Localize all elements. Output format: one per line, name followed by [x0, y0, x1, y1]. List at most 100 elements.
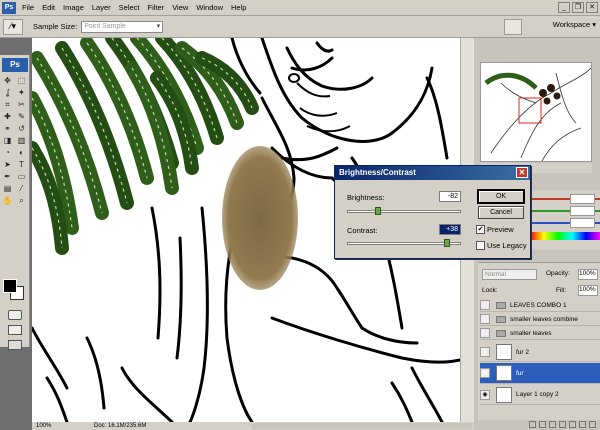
menu-layer[interactable]: Layer: [88, 3, 115, 12]
gradient-icon[interactable]: ▥: [15, 135, 28, 146]
menu-bar: Ps File Edit Image Layer Select Filter V…: [0, 0, 600, 16]
contrast-slider-thumb[interactable]: [444, 239, 451, 247]
type-icon[interactable]: T: [15, 159, 28, 170]
menu-help[interactable]: Help: [227, 3, 250, 12]
jump-to-imageready-icon[interactable]: [8, 340, 22, 350]
layer-row[interactable]: ◉ Layer 1 copy 2: [480, 385, 600, 405]
move-icon[interactable]: ✥: [1, 75, 14, 86]
visibility-eye-icon[interactable]: ◉: [480, 389, 490, 400]
visibility-eye-icon[interactable]: [480, 328, 490, 338]
crop-icon[interactable]: ⌗: [1, 99, 14, 110]
menu-select[interactable]: Select: [115, 3, 144, 12]
sample-size-select[interactable]: Point Sample: [81, 20, 164, 33]
eraser-icon[interactable]: ◨: [1, 135, 14, 146]
layer-thumbnail: [496, 344, 512, 360]
navigator-thumbnail: [484, 67, 591, 161]
foreground-color-swatch[interactable]: [3, 279, 17, 293]
brightness-slider[interactable]: [347, 210, 461, 213]
brightness-slider-thumb[interactable]: [374, 207, 381, 215]
brush-icon[interactable]: ✎: [15, 111, 28, 122]
visibility-eye-icon[interactable]: [480, 347, 490, 357]
menu-window[interactable]: Window: [192, 3, 227, 12]
slice-icon[interactable]: ✂: [15, 99, 28, 110]
layer-row[interactable]: LEAVES COMBO 1: [480, 299, 600, 312]
path-select-icon[interactable]: ➤: [1, 159, 14, 170]
screen-mode-icon[interactable]: [8, 325, 22, 335]
layer-thumbnail: [496, 386, 512, 403]
contrast-field[interactable]: +38: [439, 224, 461, 235]
quick-mask-icon[interactable]: [8, 310, 22, 320]
use-legacy-label: Use Legacy: [487, 241, 527, 250]
menu-file[interactable]: File: [18, 3, 38, 12]
brightness-field[interactable]: -82: [439, 191, 461, 202]
close-window-button[interactable]: ✕: [586, 2, 598, 13]
blur-icon[interactable]: ◔: [1, 147, 14, 158]
use-legacy-checkbox-row[interactable]: Use Legacy: [476, 241, 527, 250]
face-detail: [288, 73, 351, 133]
healing-icon[interactable]: ✚: [1, 111, 14, 122]
blend-mode-select[interactable]: Normal: [482, 269, 537, 280]
layer-style-icon[interactable]: [539, 421, 546, 428]
history-brush-icon[interactable]: ↺: [15, 123, 28, 134]
magic-wand-icon[interactable]: ✦: [15, 87, 28, 98]
dialog-close-button[interactable]: ✕: [516, 167, 528, 178]
layer-thumbnail: [496, 365, 512, 381]
preview-checkbox-row[interactable]: ✔ Preview: [476, 225, 514, 234]
minimize-button[interactable]: _: [558, 2, 570, 13]
contrast-label: Contrast:: [347, 226, 378, 235]
hand-icon[interactable]: ✋: [1, 195, 14, 206]
visibility-eye-icon[interactable]: ◉: [480, 368, 490, 378]
dodge-icon[interactable]: ◐: [15, 147, 28, 158]
layers-footer: [478, 420, 600, 430]
restore-button[interactable]: ❐: [572, 2, 584, 13]
visibility-eye-icon[interactable]: [480, 314, 490, 324]
layer-row[interactable]: smaller leaves combine: [480, 313, 600, 326]
layer-row[interactable]: smaller leaves: [480, 327, 600, 340]
visibility-eye-icon[interactable]: [480, 300, 490, 310]
pen-icon[interactable]: ✒: [1, 171, 14, 182]
use-legacy-checkbox[interactable]: [476, 241, 485, 250]
new-layer-icon[interactable]: [579, 421, 586, 428]
marquee-icon[interactable]: ⬚: [15, 75, 28, 86]
ok-button[interactable]: OK: [477, 189, 525, 204]
notes-icon[interactable]: ▤: [1, 183, 14, 194]
layers-panel: Normal Opacity: 100% Lock: Fill: 100% LE…: [478, 262, 600, 430]
app-icon: Ps: [2, 1, 16, 14]
zoom-icon[interactable]: ⌕: [15, 195, 28, 206]
zoom-level[interactable]: 100%: [32, 423, 54, 429]
shape-icon[interactable]: ▭: [15, 171, 28, 182]
lasso-icon[interactable]: ʆ: [1, 87, 14, 98]
green-value-field[interactable]: [570, 206, 595, 216]
red-value-field[interactable]: [570, 194, 595, 204]
workspace-menu[interactable]: Workspace ▾: [553, 20, 596, 29]
layer-row[interactable]: ◉ fur: [480, 363, 600, 384]
palette-well-icon[interactable]: [504, 19, 522, 35]
menu-view[interactable]: View: [168, 3, 192, 12]
opacity-label: Opacity:: [546, 270, 570, 277]
tool-grid: ✥ ⬚ ʆ ✦ ⌗ ✂ ✚ ✎ ⚭ ↺ ◨ ▥ ◔ ◐ ➤ T ✒ ▭ ▤ ⁄ ✋ ⌕: [0, 75, 29, 206]
stamp-icon[interactable]: ⚭: [1, 123, 14, 134]
options-bar: ⁄▾ Sample Size: Point Sample Workspace ▾: [0, 16, 600, 38]
fill-field[interactable]: 100%: [578, 285, 598, 296]
menu-image[interactable]: Image: [59, 3, 88, 12]
eyedropper-preset-icon[interactable]: ⁄▾: [3, 18, 23, 35]
dialog-title: Brightness/Contrast: [339, 168, 416, 177]
adjustment-layer-icon[interactable]: [559, 421, 566, 428]
palm-leaves: [32, 38, 259, 255]
delete-layer-icon[interactable]: [589, 421, 596, 428]
dialog-titlebar[interactable]: Brightness/Contrast ✕: [335, 166, 530, 180]
menu-filter[interactable]: Filter: [144, 3, 169, 12]
blue-value-field[interactable]: [570, 218, 595, 228]
cancel-button[interactable]: Cancel: [478, 206, 524, 219]
preview-checkbox[interactable]: ✔: [476, 225, 485, 234]
link-layers-icon[interactable]: [529, 421, 536, 428]
layer-mask-icon[interactable]: [549, 421, 556, 428]
layer-name: LEAVES COMBO 1: [510, 301, 567, 309]
opacity-field[interactable]: 100%: [578, 269, 598, 280]
layer-row[interactable]: fur 2: [480, 343, 600, 362]
navigator-preview[interactable]: [480, 62, 592, 162]
eyedropper-icon[interactable]: ⁄: [15, 183, 28, 194]
horizontal-scrollbar[interactable]: [252, 423, 472, 429]
new-group-icon[interactable]: [569, 421, 576, 428]
menu-edit[interactable]: Edit: [38, 3, 59, 12]
